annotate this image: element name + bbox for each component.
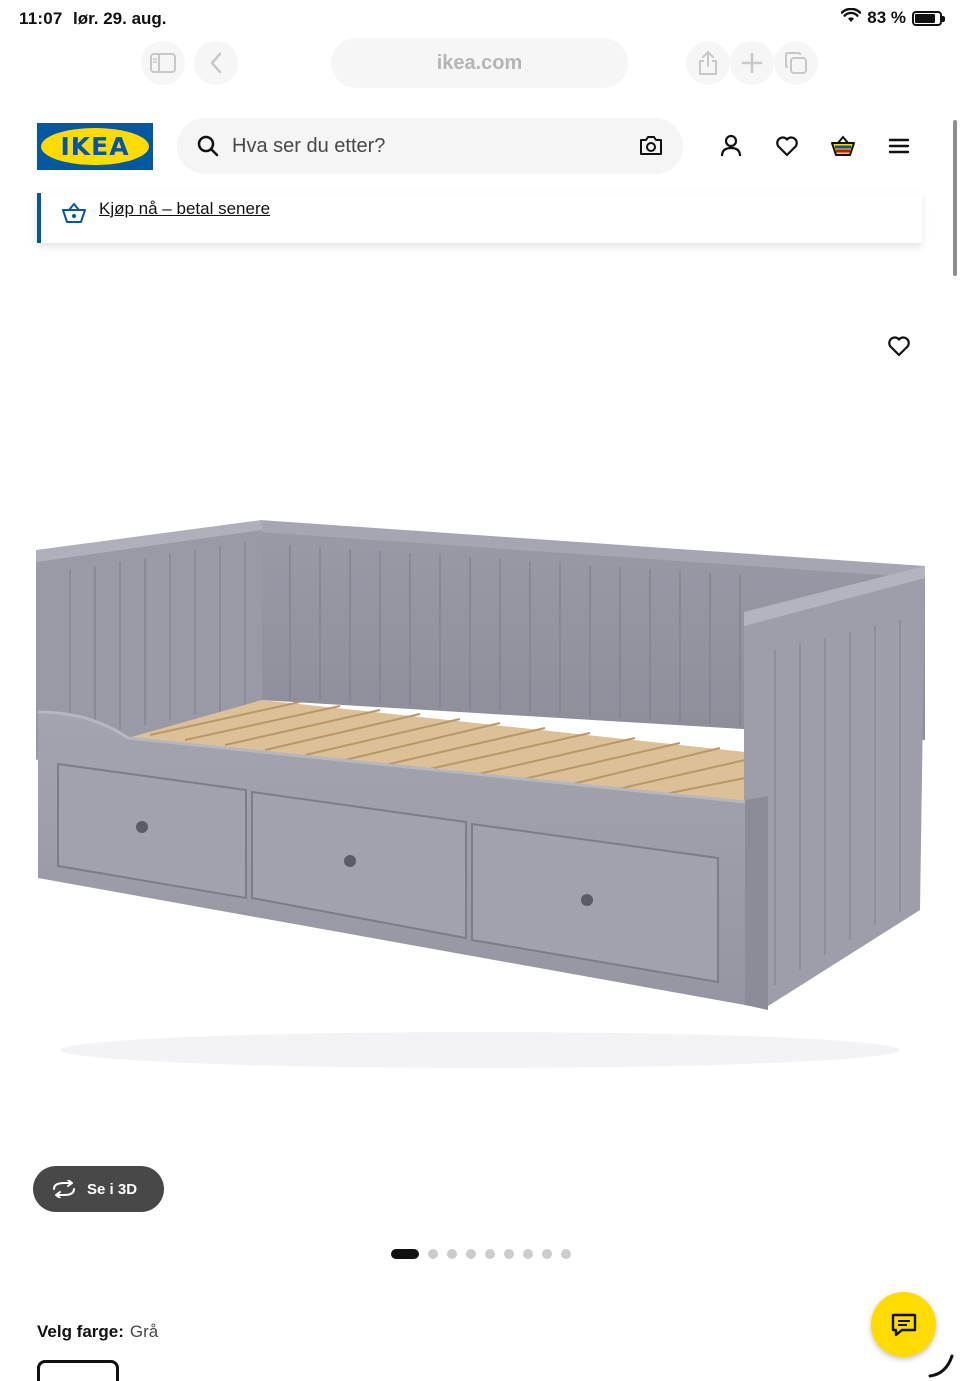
share-icon[interactable] [686,41,730,85]
heart-outline-icon [888,336,910,357]
gallery-dot[interactable] [466,1249,476,1259]
favorite-button[interactable] [884,331,914,361]
view-in-3d-button[interactable]: Se i 3D [33,1166,164,1212]
address-bar[interactable]: ikea.com [331,38,628,88]
search-input[interactable] [232,118,622,174]
status-time: 11:07 [19,9,63,28]
basket-icon [61,201,87,230]
color-value: Grå [129,1322,159,1341]
buy-now-pay-later-link[interactable]: Kjøp nå – betal senere [99,199,270,219]
gallery-dot[interactable] [504,1249,514,1259]
wifi-icon [840,7,862,28]
ikea-logo[interactable]: IKEA [37,123,153,170]
color-label: Velg farge: [37,1322,124,1341]
tabs-icon[interactable] [774,41,818,85]
back-icon[interactable] [194,41,238,85]
camera-icon[interactable] [639,134,663,161]
url-text: ikea.com [436,51,523,74]
logo-oval: IKEA [41,128,149,165]
search-bar[interactable] [177,118,683,174]
browser-toolbar: ikea.com [0,36,960,94]
rotate-3d-icon [53,1180,75,1198]
status-right: 83 % [840,7,945,28]
view-in-3d-label: Se i 3D [87,1180,138,1198]
page-scrollbar[interactable] [953,120,957,276]
heart-icon[interactable] [773,132,801,160]
gallery-dot[interactable] [391,1249,419,1259]
battery-percent: 83 % [867,8,906,27]
site-header: IKEA [0,110,960,182]
account-icon[interactable] [717,132,745,160]
color-selector-label: Velg farge: Grå [37,1322,158,1342]
scroll-indicator-icon [928,1354,954,1378]
gallery-dot[interactable] [447,1249,457,1259]
color-swatch-selected[interactable] [37,1360,119,1381]
gallery-dot[interactable] [561,1249,571,1259]
gallery-dot[interactable] [523,1249,533,1259]
menu-icon[interactable] [885,132,913,160]
cart-icon[interactable] [829,132,857,160]
payment-banner: Kjøp nå – betal senere [37,193,922,243]
battery-icon [912,10,945,26]
status-bar: 11:07 lør. 29. aug. 83 % [0,0,960,36]
new-tab-icon[interactable] [730,41,774,85]
chat-icon [891,1313,916,1336]
chat-button[interactable] [871,1292,936,1357]
gallery-pagination [391,1249,571,1259]
search-icon[interactable] [197,135,219,162]
gallery-dot[interactable] [428,1249,438,1259]
sidebar-icon[interactable] [141,41,185,85]
gallery-dot[interactable] [485,1249,495,1259]
logo-text: IKEA [60,132,130,161]
status-date: lør. 29. aug. [73,9,167,28]
product-image[interactable] [0,290,960,1100]
gallery-dot[interactable] [542,1249,552,1259]
